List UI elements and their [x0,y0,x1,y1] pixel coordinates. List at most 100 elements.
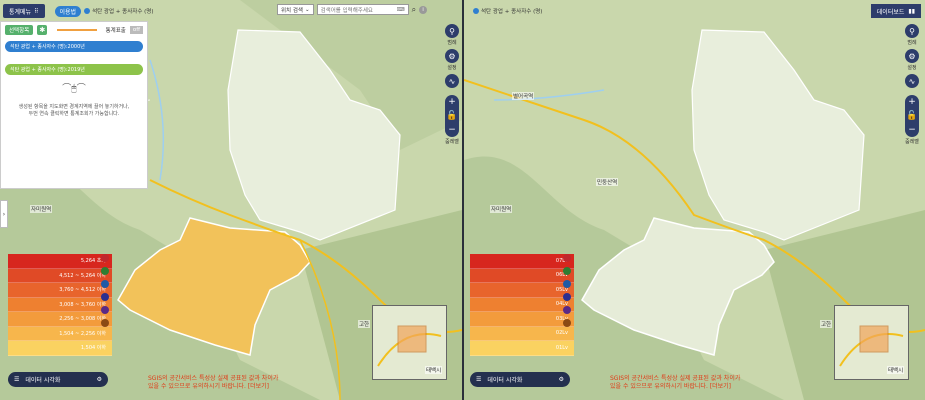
dashboard-label: 데이터보드 [876,8,905,16]
info-icon[interactable]: i [419,5,428,14]
disclaimer: SGIS의 공간서비스 특성상 실제 공표된 값과 차이가 있을 수 있으므로 … [148,375,278,391]
crumb-dot-icon [84,8,91,14]
search-type-label: 위치 검색 [281,7,303,14]
swatch-navy[interactable] [100,293,109,301]
mouse-icon: ⌒🖱⌒ [62,84,86,94]
legend-level-4[interactable]: 04Lv [470,297,574,312]
opacity-slider[interactable] [57,29,98,31]
legend-level-7[interactable]: 07Lv [470,254,574,269]
settings-icon[interactable]: ⚙ [905,49,919,63]
bar-chart-icon: ▮▮ [908,7,915,15]
class-legend: 5,264 초과 4,512 ~ 5,264 이하 3,760 ~ 4,512 … [8,254,112,356]
left-map-panel[interactable]: 통계메뉴 ⠿ 이용법 석탄 광업 + 종사자수 (명) 위치 검색 ⌄ 검색어를… [0,0,462,400]
pill-label: 석탄 광업 + 종사자수 (명):2019년 [10,67,85,73]
expand-panel-tab[interactable]: › [0,200,8,228]
data-visualization-bar[interactable]: ☰ 데이터 시각화 ⚙ [8,372,108,387]
stats-toggle[interactable]: off [129,26,143,34]
keyboard-icon[interactable]: ⌨ [397,7,405,13]
gear-icon[interactable]: ⚙ [559,376,564,383]
zoom-out-icon[interactable]: − [908,125,916,135]
legend-level-6[interactable]: 06Lv [470,268,574,283]
place-label: 자미원역 [490,205,513,213]
legend-class-5[interactable]: 2,256 ~ 3,008 이하 [8,312,112,327]
control-label: 설정 [907,65,917,71]
legend-level-3[interactable]: 03Lv [470,312,574,327]
legend-level-1[interactable]: 01Lv [470,341,574,356]
legend-class-1[interactable]: 5,264 초과 [8,254,112,269]
place-label: 고한 [820,320,833,328]
top-bar-left: 통계메뉴 ⠿ 이용법 석탄 광업 + 종사자수 (명) [3,4,154,18]
crumb-dot-icon [473,8,479,14]
legend-class-4[interactable]: 3,008 ~ 3,760 이하 [8,297,112,312]
data-visualization-bar[interactable]: ☰ 데이터 시각화 ⚙ [470,372,570,387]
check-icon[interactable] [100,254,109,262]
search-icon[interactable]: ⌕ [412,5,416,15]
crumb-label: 석탄 광업 + 종사자수 (명) [481,9,543,15]
grid-icon: ⠿ [34,7,39,15]
dashboard-button[interactable]: 데이터보드 ▮▮ [870,4,921,18]
legend-level-2[interactable]: 02Lv [470,326,574,341]
overview-minimap[interactable]: 태백시 [834,305,909,380]
selection-button[interactable]: 선택항목 [5,25,34,35]
disclaimer: SGIS의 공간서비스 특성상 실제 공표된 값과 차이가 있을 수 있으므로 … [610,375,740,391]
swatch-blue[interactable] [100,280,109,288]
route-icon[interactable]: ∿ [445,74,459,88]
color-scheme-swatches [562,254,571,327]
swatch-blue[interactable] [562,280,571,288]
place-label: 자미원역 [30,205,53,213]
lock-icon[interactable]: 🔓 [906,111,917,121]
place-label: 민둥산역 [596,178,619,186]
legend-class-3[interactable]: 3,760 ~ 4,512 이하 [8,283,112,298]
warning-line[interactable]: 있을 수 있으므로 유의하시기 바랍니다. [더보기] [610,383,740,391]
swatch-brown[interactable] [562,319,571,327]
overview-minimap[interactable]: 태백시 [372,305,447,380]
pill-label: 석탄 광업 + 종사자수 (명):2000년 [10,44,85,50]
warning-line: SGIS의 공간서비스 특성상 실제 공표된 값과 차이가 [610,375,741,382]
gear-icon[interactable]: ✱ [37,25,48,35]
stats-menu-button[interactable]: 통계메뉴 ⠿ [3,4,45,18]
breadcrumb: 석탄 광업 + 종사자수 (명) [84,7,154,15]
control-label: 설정 [447,65,457,71]
lock-icon[interactable]: 🔓 [446,111,457,121]
zoom-out-icon[interactable]: − [448,125,456,135]
search-input[interactable]: 검색어를 입력해주세요 ⌨ [316,4,409,15]
legend-class-7[interactable]: 1,504 이하 [8,341,112,356]
hint-line: 생성된 항목을 지도화면 경계지역에 끌어 놓기하거나, [18,104,130,110]
usage-tab[interactable]: 이용법 [54,5,82,17]
zoom-in-icon[interactable]: + [448,97,456,107]
chevron-down-icon: ⌄ [305,6,310,13]
swatch-green[interactable] [562,267,571,275]
route-icon[interactable]: ∿ [905,74,919,88]
top-bar-right: 석탄 광업 + 종사자수 (명) [470,4,542,18]
swatch-navy[interactable] [562,293,571,301]
check-icon[interactable] [562,254,571,262]
search-type-select[interactable]: 위치 검색 ⌄ [277,4,314,15]
settings-icon[interactable]: ⚙ [445,49,459,63]
place-label: 별어곡역 [512,92,535,100]
control-label: 범례 [907,40,917,46]
selected-item-2019[interactable]: 석탄 광업 + 종사자수 (명):2019년 [5,64,143,75]
legend-level-5[interactable]: 05Lv [470,283,574,298]
zoom-control: + 🔓 − [445,95,459,137]
warning-line: SGIS의 공간서비스 특성상 실제 공표된 값과 차이가 [148,375,279,382]
swatch-green[interactable] [100,267,109,275]
legend-pin-icon[interactable]: ⚲ [445,24,459,38]
selected-item-2000[interactable]: 석탄 광업 + 종사자수 (명):2000년 [5,41,143,52]
level-legend: 07Lv 06Lv 05Lv 04Lv 03Lv 02Lv 01Lv [470,254,574,356]
swatch-purple[interactable] [100,306,109,314]
breadcrumb: 석탄 광업 + 종사자수 (명) [473,7,542,15]
viz-label: 데이터 시각화 [25,377,61,384]
legend-class-6[interactable]: 1,504 ~ 2,256 이하 [8,326,112,341]
toggle-label: 통계표출 [105,28,126,34]
legend-pin-icon[interactable]: ⚲ [905,24,919,38]
stats-menu-label: 통계메뉴 [9,8,32,16]
swatch-purple[interactable] [562,306,571,314]
gear-icon[interactable]: ⚙ [97,376,102,383]
right-map-panel[interactable]: 석탄 광업 + 종사자수 (명) 데이터보드 ▮▮ ⚲ 범례 ⚙ 설정 ∿ + … [464,0,925,400]
swatch-brown[interactable] [100,319,109,327]
place-label: 태백시 [887,366,905,374]
list-icon: ☰ [14,376,20,383]
warning-line[interactable]: 있을 수 있으므로 유의하시기 바랍니다. [더보기] [148,383,278,391]
zoom-in-icon[interactable]: + [908,97,916,107]
legend-class-2[interactable]: 4,512 ~ 5,264 이하 [8,268,112,283]
